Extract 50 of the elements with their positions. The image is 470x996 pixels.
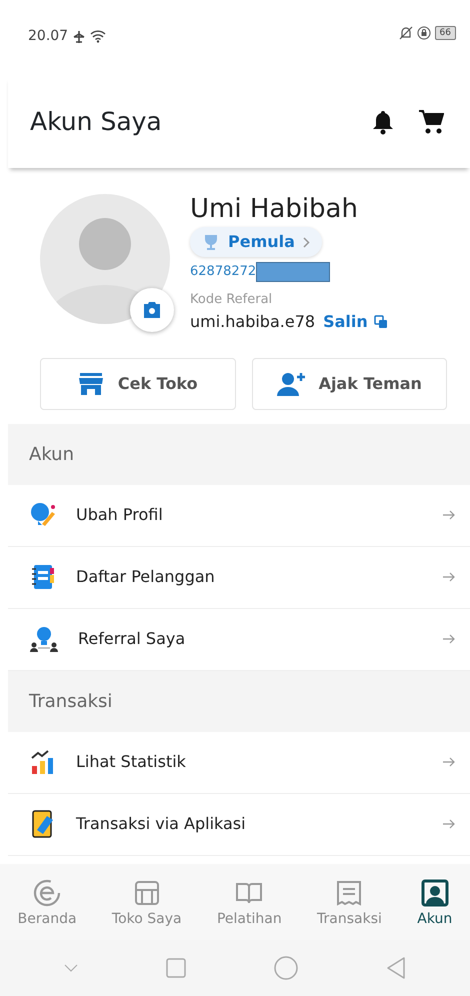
phone-card-icon [30,810,56,838]
camera-button[interactable] [130,288,174,332]
page-title: Akun Saya [30,107,162,137]
referral-label: Kode Referal [190,291,274,310]
account-tab[interactable]: Akun [417,878,452,930]
home-icon[interactable] [274,956,298,980]
logo-icon [33,878,62,906]
section-heading: Transaksi [29,690,112,714]
bell-off-icon [398,26,413,40]
chevron-right-icon [302,236,310,248]
arrow-right-icon [442,757,456,768]
receipt-icon [335,878,364,906]
back-icon[interactable] [386,957,406,979]
bar-chart-icon [30,749,56,776]
arrow-right-icon [442,819,456,830]
camera-icon [142,301,162,319]
store-button[interactable]: Cek Toko [40,358,236,410]
trophy-icon [202,233,220,252]
add-person-icon [276,372,305,396]
store-icon [132,878,161,906]
profile-edit-icon [30,502,56,528]
menu-item[interactable]: Daftar Pelanggan [8,546,470,609]
menu-item[interactable]: Lihat Statistik [8,732,470,794]
user-name: Umi Habibah [190,194,359,226]
clock-time: 20.07 [28,27,68,46]
phone-number: 62878272 [190,263,256,282]
menu-item[interactable]: Transaksi via Aplikasi [8,794,470,856]
lock-icon [416,26,431,40]
referral-network-icon [30,626,58,652]
copy-icon [374,314,388,329]
address-book-icon [30,564,56,590]
recent-apps-icon[interactable] [166,958,186,978]
referral-code: umi.habiba.e78 [190,310,316,333]
section-heading: Akun [29,442,74,467]
copy-button[interactable]: Salin [323,310,388,334]
arrow-right-icon [442,572,456,582]
level-badge[interactable]: Pemula [190,227,322,258]
bell-icon[interactable] [372,109,394,135]
wifi-icon [90,30,106,43]
menu-item[interactable]: Referral Saya [8,608,470,671]
invite-button[interactable]: Ajak Teman [252,358,447,410]
menu-item[interactable]: Ubah Profil [8,484,470,547]
arrow-right-icon [442,510,456,520]
account-icon [420,878,449,906]
battery-level: 66 [434,26,456,40]
airplane-icon [72,30,86,44]
collapse-icon[interactable] [64,964,78,972]
cart-icon[interactable] [418,109,444,135]
arrow-right-icon [442,634,456,644]
store-icon [78,372,104,395]
